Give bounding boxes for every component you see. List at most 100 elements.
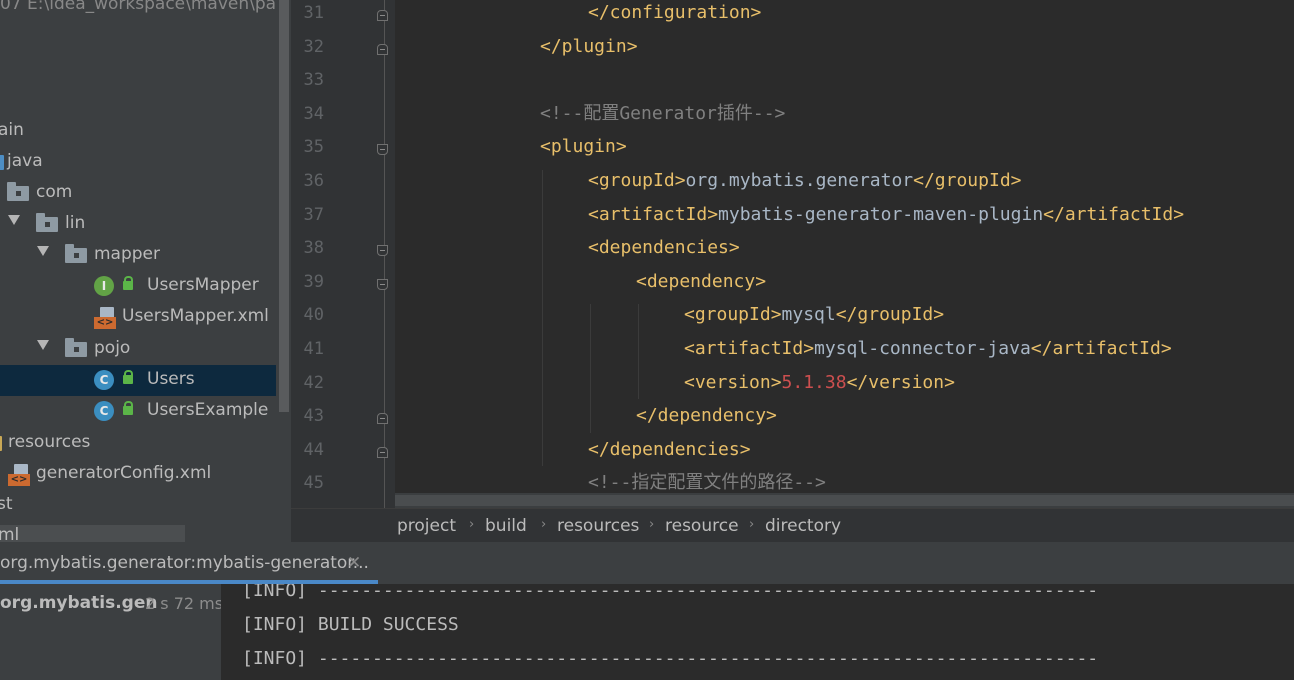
xml-tag: <plugin>: [540, 136, 627, 158]
xml-tag: <groupId>: [588, 170, 686, 191]
tree-item-resources[interactable]: resources: [0, 428, 291, 459]
close-icon[interactable]: ✕: [347, 553, 361, 573]
class-icon: C: [94, 401, 114, 421]
code-line[interactable]: <artifactId>mybatis-generator-maven-plug…: [588, 200, 1184, 234]
line-number: 39: [303, 271, 324, 292]
breadcrumb-item[interactable]: build: [485, 516, 527, 536]
tag-text: mysql: [781, 304, 836, 326]
xml-tag: </plugin>: [540, 35, 638, 57]
code-line[interactable]: </dependency>: [636, 401, 777, 435]
line-number: 43: [303, 406, 324, 427]
code-line[interactable]: <artifactId>mysql-connector-java</artifa…: [684, 334, 1172, 368]
tag-text: mysql-connector-java: [814, 338, 1031, 359]
tree-item-lin[interactable]: lin: [0, 209, 291, 240]
package-folder-icon: [65, 244, 87, 263]
code-line[interactable]: </configuration>: [588, 0, 761, 32]
code-line[interactable]: <plugin>: [540, 132, 627, 166]
code-line[interactable]: <dependency>: [636, 267, 766, 301]
tree-item-label: lin: [65, 213, 86, 233]
fold-end-icon[interactable]: [377, 446, 388, 458]
editor-gutter: 31 32 33 34 35 36 37 38 39 40 41 42 43 44 45: [291, 0, 395, 508]
tree-vertical-scrollbar[interactable]: [276, 0, 291, 542]
tree-item-label: UsersMapper.xml: [122, 306, 269, 326]
project-root-row[interactable]: 07 E:\idea_workspace\maven\paren: [0, 0, 291, 26]
tree-item-label: generatorConfig.xml: [36, 463, 212, 483]
code-line[interactable]: </plugin>: [540, 32, 638, 66]
tree-item-label: Users: [147, 369, 195, 389]
console-line: [INFO] ---------------------------------…: [242, 584, 1099, 601]
fold-collapse-icon[interactable]: [377, 144, 388, 156]
tree-item-label: resources: [8, 432, 91, 452]
tree-scrollbar-thumb[interactable]: [279, 0, 289, 412]
code-line[interactable]: <version>5.1.38</version>: [684, 368, 955, 402]
interface-icon: I: [94, 276, 114, 296]
xml-tag: <artifactId>: [684, 338, 815, 359]
tag-text: org.mybatis.generator: [685, 170, 914, 191]
console-line: [INFO] ---------------------------------…: [242, 648, 1099, 669]
line-number: 34: [303, 103, 324, 124]
tree-item-mapper[interactable]: mapper: [0, 240, 291, 271]
tree-item-label: com: [36, 182, 73, 202]
xml-tag: <dependencies>: [588, 237, 740, 259]
line-number: 32: [303, 36, 324, 57]
tree-item-label: pojo: [94, 338, 131, 358]
xml-comment: <!--配置Generator插件-->: [540, 102, 786, 124]
tree-item-usersmapper-xml[interactable]: <> UsersMapper.xml: [0, 302, 291, 333]
project-tree-panel[interactable]: 07 E:\idea_workspace\maven\paren ain jav…: [0, 0, 291, 542]
fold-end-icon[interactable]: [377, 43, 388, 55]
console-output[interactable]: [INFO] ---------------------------------…: [221, 584, 1294, 680]
tree-item-com[interactable]: com: [0, 178, 291, 209]
tag-text: mybatis-generator-maven-plugin: [718, 203, 1044, 225]
breadcrumb-separator-icon: ›: [649, 517, 655, 532]
tree-item-main[interactable]: ain: [0, 116, 291, 147]
fold-end-icon[interactable]: [377, 10, 388, 21]
editor-horizontal-scrollbar[interactable]: [395, 493, 1294, 508]
tree-item-pom[interactable]: ml: [0, 521, 291, 542]
expand-arrow-icon[interactable]: [37, 246, 49, 256]
xml-tag: <dependency>: [636, 270, 767, 292]
line-number: 35: [303, 137, 324, 158]
indent-guide: [590, 304, 591, 433]
breadcrumb-item[interactable]: resources: [557, 516, 639, 536]
tree-item-java[interactable]: java: [0, 147, 291, 178]
code-line[interactable]: <dependencies>: [588, 233, 740, 267]
editor-scrollbar-thumb[interactable]: [395, 495, 1294, 506]
breadcrumb: project › build › resources › resource › directo…: [291, 508, 1294, 542]
tree-item-test[interactable]: st: [0, 490, 291, 521]
run-item-duration: 2 s 72 ms: [145, 594, 224, 613]
breadcrumb-item[interactable]: resource: [665, 516, 739, 536]
expand-arrow-icon[interactable]: [37, 340, 49, 350]
tree-item-pojo[interactable]: pojo: [0, 334, 291, 365]
run-tab[interactable]: org.mybatis.generator:mybatis-generator.…: [0, 542, 378, 584]
tree-item-label: mapper: [94, 244, 161, 264]
expand-arrow-icon[interactable]: [8, 215, 20, 225]
line-number: 44: [303, 439, 324, 460]
fold-collapse-icon[interactable]: [377, 278, 388, 290]
tree-item-usersexample[interactable]: C UsersExample: [0, 396, 291, 427]
fold-collapse-icon[interactable]: [377, 245, 388, 257]
tree-item-label: java: [7, 151, 43, 171]
tree-item-usersmapper[interactable]: I UsersMapper: [0, 271, 291, 302]
tree-item-users[interactable]: C Users: [0, 365, 291, 396]
line-number: 38: [303, 238, 324, 259]
breadcrumb-item[interactable]: directory: [765, 516, 841, 536]
fold-end-icon[interactable]: [377, 413, 388, 425]
project-root-path: 07 E:\idea_workspace\maven\paren: [0, 0, 291, 14]
resources-folder-icon: [0, 436, 2, 451]
breadcrumb-item[interactable]: project: [397, 516, 456, 536]
code-editor[interactable]: </configuration> </plugin> <!--配置Generator…: [395, 0, 1294, 508]
code-line[interactable]: <groupId>mysql</groupId>: [684, 300, 944, 334]
xml-file-icon: <>: [8, 464, 30, 486]
code-line[interactable]: <groupId>org.mybatis.generator</groupId>: [588, 166, 1022, 200]
indent-guide: [542, 170, 543, 467]
line-number: 33: [303, 70, 324, 91]
tree-item-generatorconfig[interactable]: <> generatorConfig.xml: [0, 459, 291, 490]
code-line[interactable]: </dependencies>: [588, 435, 751, 469]
xml-tag: </dependency>: [636, 405, 777, 427]
breadcrumb-separator-icon: ›: [469, 517, 475, 532]
code-line[interactable]: <!--配置Generator插件-->: [540, 99, 785, 133]
run-tab-bar: org.mybatis.generator:mybatis-generator.…: [0, 542, 1294, 584]
line-number: 41: [303, 339, 324, 359]
package-folder-icon: [7, 182, 29, 201]
xml-tag: <groupId>: [684, 304, 782, 326]
